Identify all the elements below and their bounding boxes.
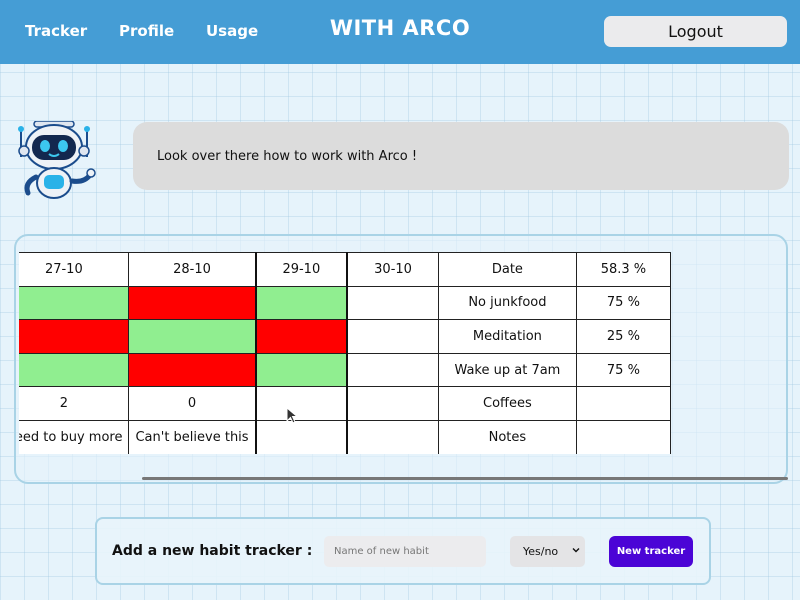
habit-cell[interactable] — [346, 285, 439, 321]
habit-percentage: 25 % — [575, 319, 672, 354]
habit-cell[interactable] — [128, 352, 257, 388]
habit-label: Notes — [437, 419, 577, 454]
habit-label: Wake up at 7am — [437, 352, 577, 388]
date-header: 30-10 — [346, 252, 439, 287]
habit-cell[interactable] — [19, 352, 130, 388]
navbar: Tracker Profile Usage WITH ARCO Logout — [0, 0, 800, 64]
habit-cell[interactable] — [346, 352, 439, 388]
habit-label: Coffees — [437, 386, 577, 421]
coffee-cell[interactable] — [346, 386, 439, 421]
habit-cell[interactable] — [128, 319, 257, 354]
date-header: 28-10 — [128, 252, 257, 287]
coffee-cell[interactable]: 0 — [128, 386, 257, 421]
habit-cell[interactable] — [254, 285, 348, 321]
table-row: 2 0 Coffees — [19, 386, 672, 421]
habit-cell[interactable] — [128, 285, 257, 321]
notes-cell[interactable]: Need to buy more — [19, 419, 130, 454]
table-header-row: 27-10 28-10 29-10 30-10 Date 58.3 % — [19, 252, 672, 287]
summary-header-value: 58.3 % — [575, 252, 672, 287]
nav-profile-link[interactable]: Profile — [119, 22, 174, 40]
table-row: Wake up at 7am 75 % — [19, 352, 672, 388]
chevron-down-icon — [572, 548, 580, 553]
notes-cell[interactable] — [346, 419, 439, 454]
brand-title: WITH ARCO — [329, 16, 471, 40]
summary-header-label: Date — [437, 252, 577, 287]
tracker-table: 27-10 28-10 29-10 30-10 Date 58.3 % No j… — [19, 252, 672, 454]
habit-cell[interactable] — [19, 285, 130, 321]
date-header: 29-10 — [254, 252, 348, 287]
coffee-cell[interactable] — [254, 386, 348, 421]
habit-cell[interactable] — [254, 319, 348, 354]
tracker-table-viewport[interactable]: 27-10 28-10 29-10 30-10 Date 58.3 % No j… — [19, 252, 771, 454]
table-horizontal-scrollbar[interactable] — [142, 477, 788, 480]
table-row: No junkfood 75 % — [19, 285, 672, 321]
assistant-message-bubble: Look over there how to work with Arco ! — [133, 122, 789, 190]
tracker-type-select[interactable]: Yes/no — [510, 536, 585, 567]
habit-cell[interactable] — [19, 319, 130, 354]
logout-button[interactable]: Logout — [604, 16, 787, 47]
robot-mascot-icon — [14, 120, 96, 201]
nav-usage-link[interactable]: Usage — [206, 22, 258, 40]
notes-cell[interactable]: Can't believe this — [128, 419, 257, 454]
notes-cell[interactable] — [254, 419, 348, 454]
habit-percentage — [575, 419, 672, 454]
habit-cell[interactable] — [346, 319, 439, 354]
table-row: Meditation 25 % — [19, 319, 672, 354]
habit-label: Meditation — [437, 319, 577, 354]
habit-percentage: 75 % — [575, 352, 672, 388]
nav-tracker-link[interactable]: Tracker — [25, 22, 87, 40]
assistant-message-text: Look over there how to work with Arco ! — [157, 149, 418, 164]
habit-cell[interactable] — [254, 352, 348, 388]
date-header: 27-10 — [19, 252, 130, 287]
new-tracker-button[interactable]: New tracker — [609, 536, 693, 567]
coffee-cell[interactable]: 2 — [19, 386, 130, 421]
habit-label: No junkfood — [437, 285, 577, 321]
habit-percentage — [575, 386, 672, 421]
tracker-type-value: Yes/no — [523, 545, 559, 558]
mouse-pointer-icon — [286, 406, 299, 425]
habit-percentage: 75 % — [575, 285, 672, 321]
habit-name-input[interactable] — [324, 536, 486, 567]
table-row: e Need to buy more Can't believe this No… — [19, 419, 672, 454]
add-tracker-label: Add a new habit tracker : — [112, 543, 313, 559]
